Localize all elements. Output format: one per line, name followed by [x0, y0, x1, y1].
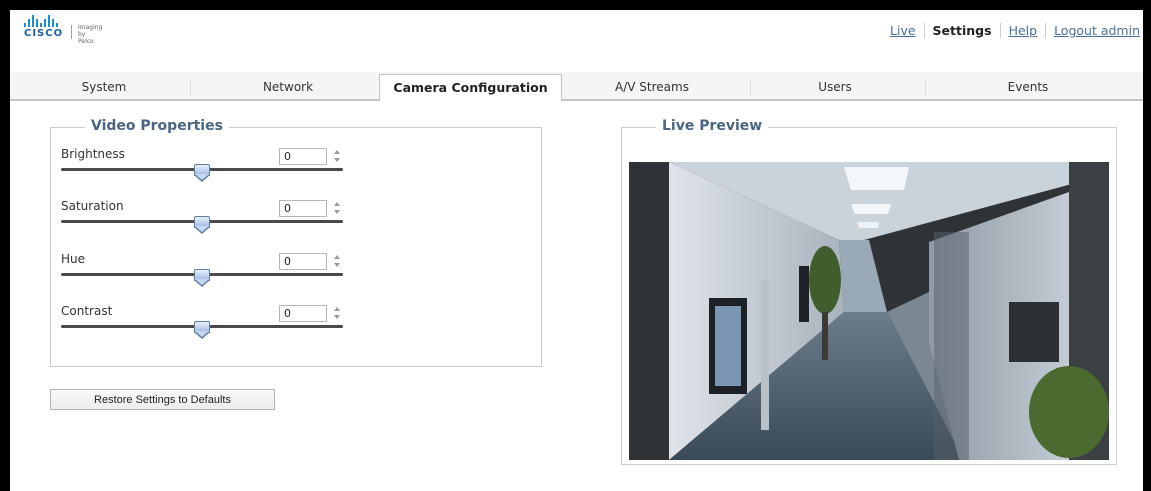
tab-network[interactable]: Network [220, 76, 356, 99]
tab-system[interactable]: System [36, 76, 172, 99]
contrast-control: Contrast [61, 304, 343, 356]
brightness-slider-thumb[interactable] [194, 164, 210, 182]
video-properties-legend: Video Properties [85, 118, 229, 134]
brightness-control: Brightness [61, 147, 343, 199]
saturation-label: Saturation [61, 199, 124, 213]
video-properties-panel: Video Properties Brightness Saturation H… [50, 118, 542, 367]
hue-slider-thumb[interactable] [194, 269, 210, 287]
hue-input[interactable] [279, 253, 327, 270]
live-video-feed [629, 162, 1109, 460]
saturation-spinner-icon[interactable] [333, 200, 341, 217]
cisco-bars-icon [24, 15, 63, 27]
contrast-input[interactable] [279, 305, 327, 322]
saturation-control: Saturation [61, 199, 343, 251]
help-link[interactable]: Help [1009, 23, 1038, 38]
saturation-input[interactable] [279, 200, 327, 217]
live-preview-panel: Live Preview [621, 118, 1117, 465]
camera-settings-page: CISCO Imaging by Pelco Live Settings Help… [10, 10, 1143, 491]
brightness-label: Brightness [61, 147, 125, 161]
logout-link[interactable]: Logout admin [1054, 23, 1140, 38]
logo-subtitle: Imaging by Pelco [78, 24, 103, 45]
office-hallway-image [629, 162, 1109, 460]
tab-camera-configuration[interactable]: Camera Configuration [379, 74, 562, 101]
hue-control: Hue [61, 252, 343, 304]
hue-spinner-icon[interactable] [333, 253, 341, 270]
hue-label: Hue [61, 252, 86, 266]
contrast-slider-thumb[interactable] [194, 321, 210, 339]
logo-word: CISCO [24, 28, 64, 39]
brightness-input[interactable] [279, 148, 327, 165]
contrast-spinner-icon[interactable] [333, 305, 341, 322]
top-navigation: Live Settings Help Logout admin [890, 23, 1140, 38]
contrast-label: Contrast [61, 304, 113, 318]
tab-events[interactable]: Events [960, 76, 1096, 99]
settings-link[interactable]: Settings [933, 23, 992, 38]
live-preview-legend: Live Preview [656, 118, 769, 134]
saturation-slider-thumb[interactable] [194, 216, 210, 234]
tab-users[interactable]: Users [767, 76, 903, 99]
tab-av-streams[interactable]: A/V Streams [584, 76, 720, 99]
brightness-spinner-icon[interactable] [333, 148, 341, 165]
tab-bar: System Network Camera Configuration A/V … [10, 72, 1143, 101]
live-link[interactable]: Live [890, 23, 916, 38]
restore-defaults-button[interactable]: Restore Settings to Defaults [50, 389, 275, 410]
